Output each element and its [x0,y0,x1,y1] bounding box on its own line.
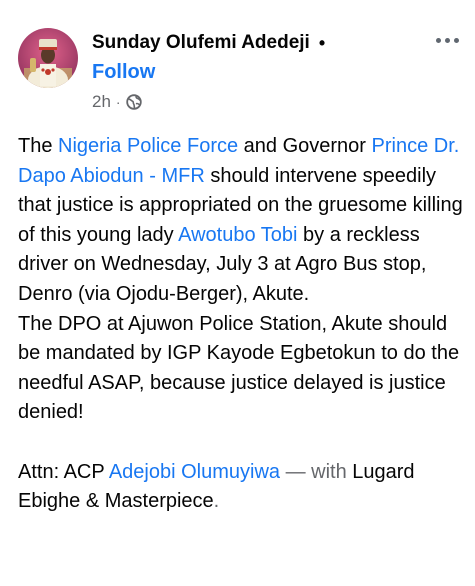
mention-adejobi-olumuyiwa[interactable]: Adejobi Olumuyiwa [109,461,280,483]
mention-nigeria-police-force[interactable]: Nigeria Police Force [58,135,238,157]
meta-separator: · [115,94,121,110]
follow-button[interactable]: Follow [92,59,155,85]
post-time[interactable]: 2h [92,92,111,112]
author-name[interactable]: Sunday Olufemi Adedeji [92,32,310,54]
post-paragraph-2: The DPO at Ajuwon Police Station, Akute … [18,312,460,424]
avatar[interactable] [18,28,78,88]
text-segment: The [18,135,59,157]
post-paragraph-3: Attn: ACP Adejobi Olumuyiwa — with Lugar… [18,458,470,517]
globe-icon[interactable] [125,94,142,110]
more-options-button[interactable] [429,28,465,52]
more-options-icon [435,37,459,43]
text-segment: and Governor [238,135,372,157]
text-segment: . [213,490,220,513]
feed-post: Sunday Olufemi Adedeji • Follow 2h · The… [0,0,475,586]
mention-awotubo-tobi[interactable]: Awotubo Tobi [178,224,297,246]
post-paragraph-1: The Nigeria Police Force and Governor Pr… [18,132,470,310]
author-row: Sunday Olufemi Adedeji • [92,30,412,56]
text-segment: Attn: ACP [18,460,109,483]
post-body: The Nigeria Police Force and Governor Pr… [18,132,470,517]
post-meta: 2h · [92,91,412,113]
post-header: Sunday Olufemi Adedeji • Follow 2h · [92,30,412,113]
name-separator: • [318,32,326,53]
with-label: — with [280,460,353,483]
avatar-image [18,28,78,88]
